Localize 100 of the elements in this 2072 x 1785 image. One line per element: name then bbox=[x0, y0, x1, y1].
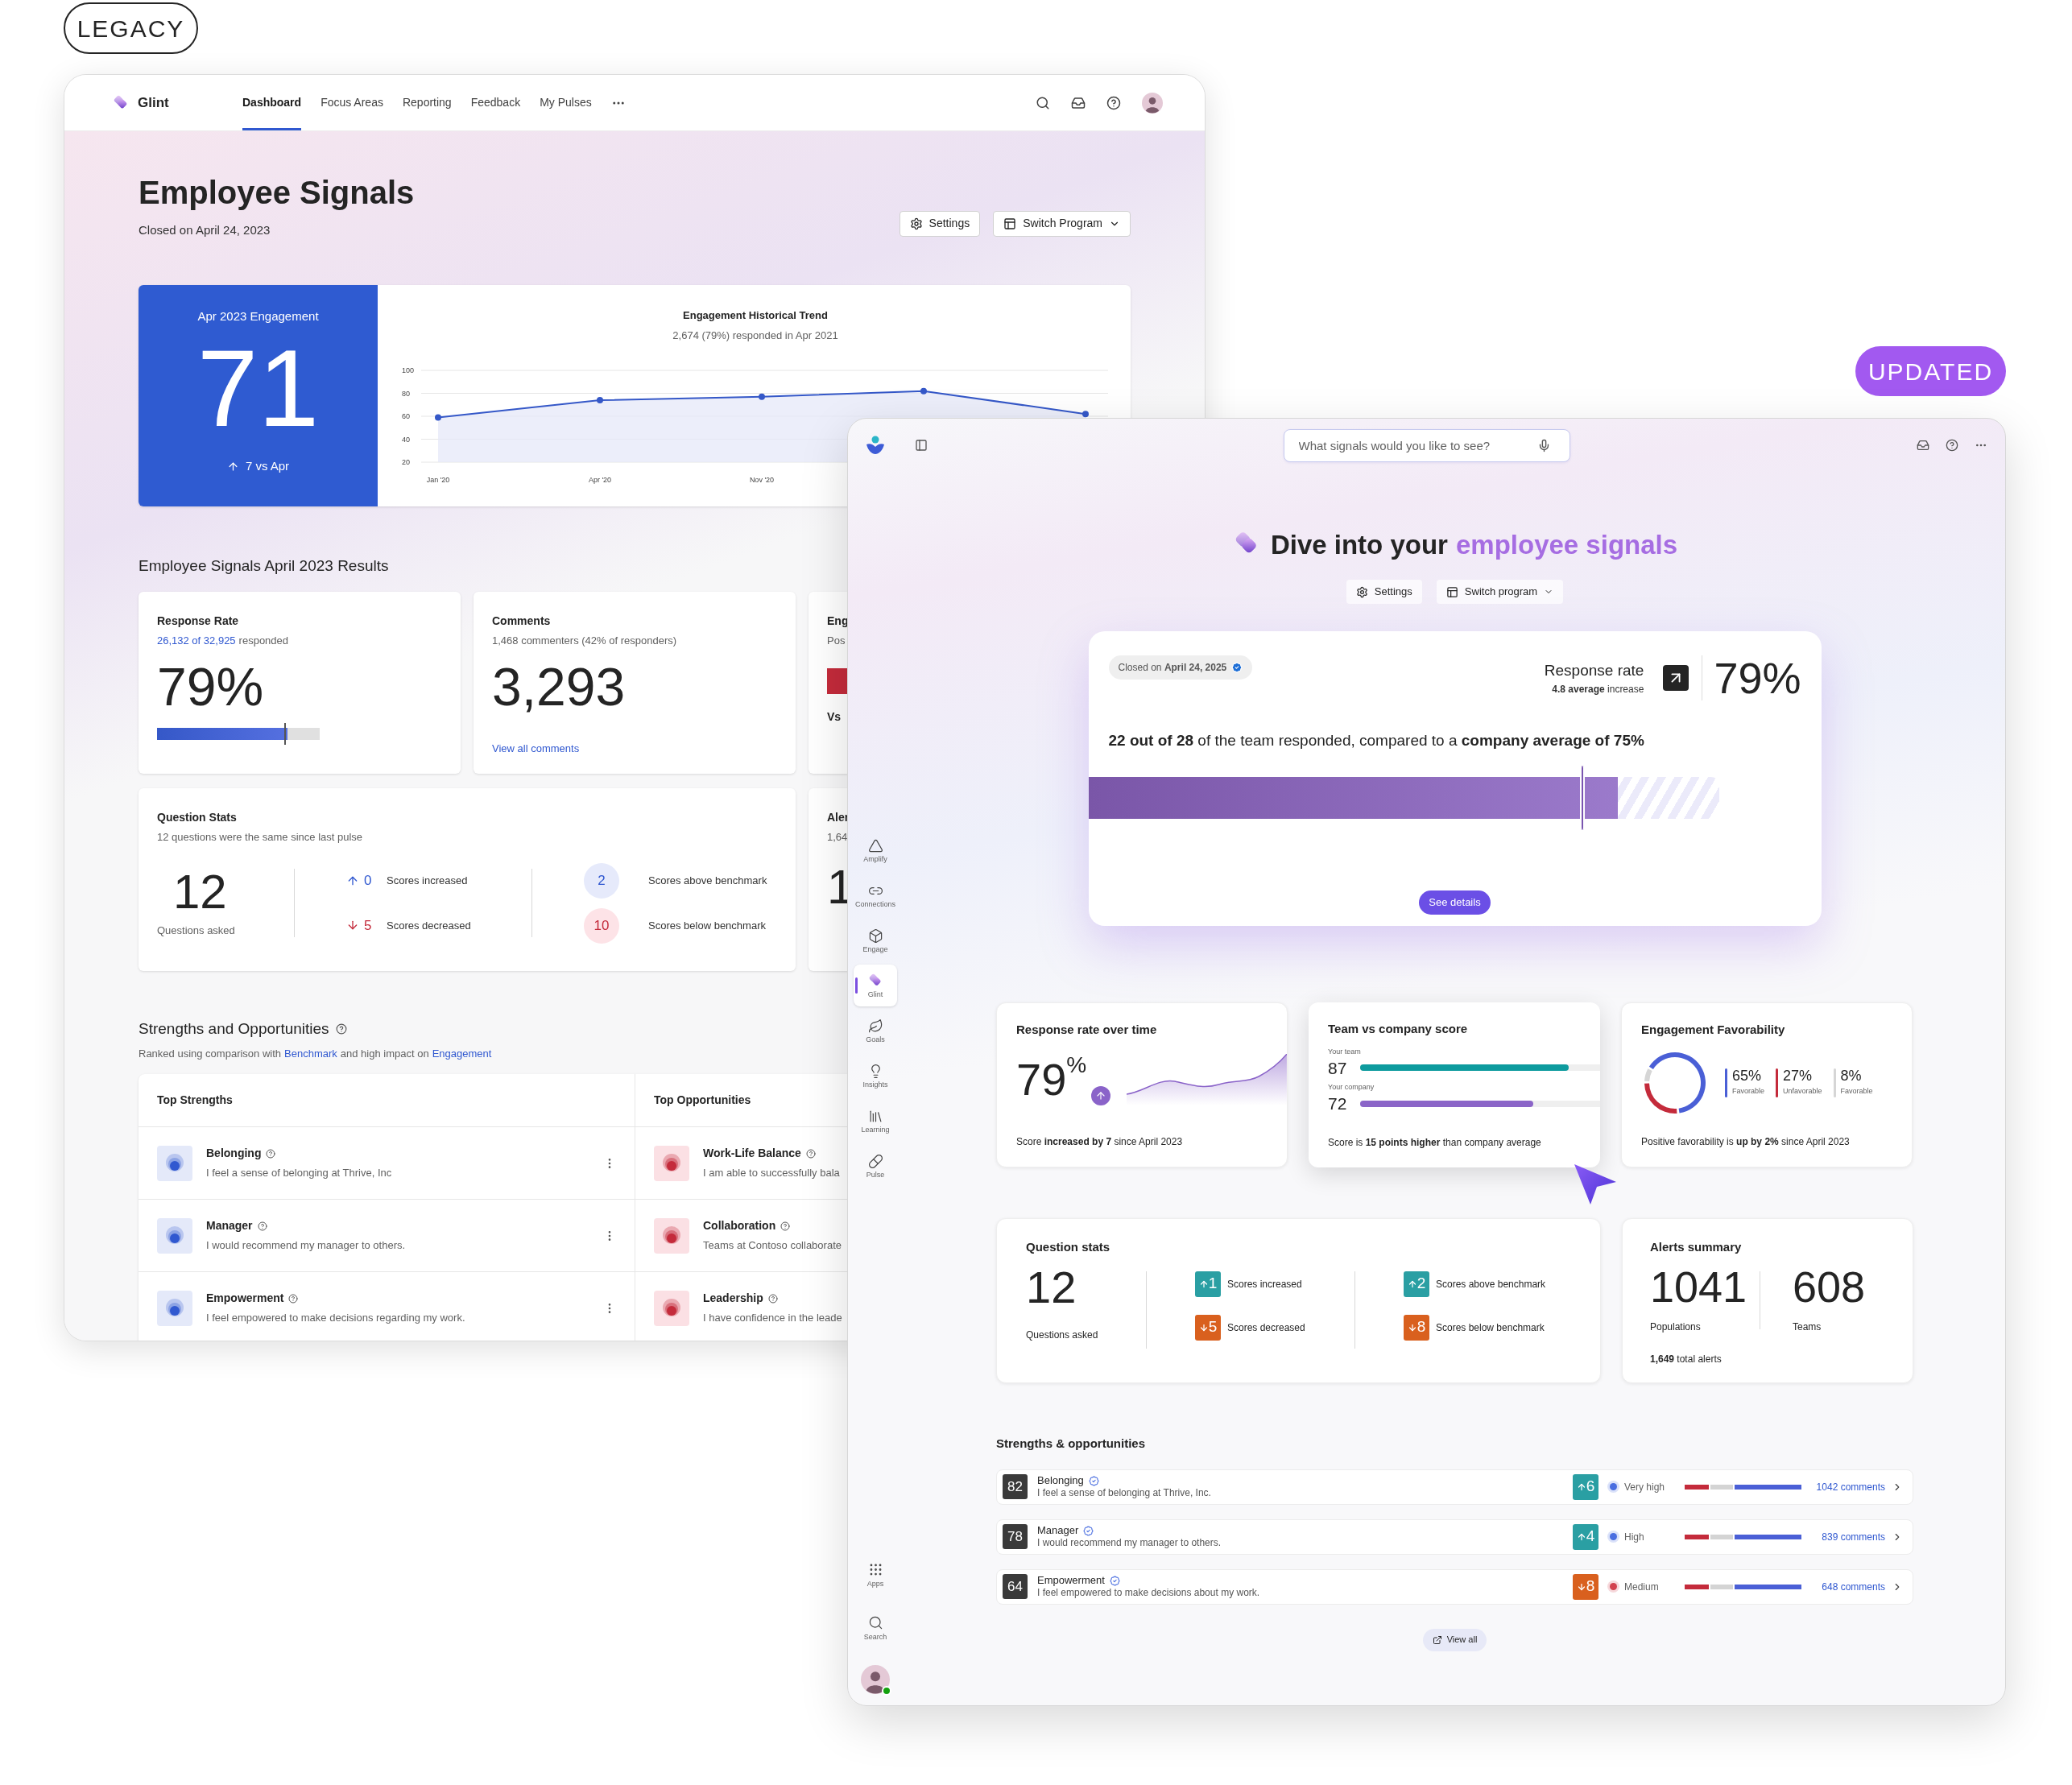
nav-tab[interactable]: Reporting bbox=[402, 75, 452, 130]
strength-row[interactable]: 78 Manager I would recommend my manager to others. 4 High 839 comments bbox=[996, 1518, 1913, 1555]
legend-bar bbox=[1833, 1068, 1836, 1097]
nav-rail-item[interactable]: Engage bbox=[854, 919, 897, 961]
view-comments-link[interactable]: View all comments bbox=[492, 740, 777, 756]
responded-link[interactable]: 26,132 of 32,925 bbox=[157, 634, 236, 647]
nav-rail-item[interactable]: Insights bbox=[854, 1055, 897, 1097]
comments-link[interactable]: 839 comments bbox=[1801, 1529, 1885, 1544]
score-value: 82 bbox=[1003, 1474, 1028, 1499]
nav-rail-item[interactable]: Pulse bbox=[854, 1145, 897, 1187]
axis-label: 20 bbox=[402, 457, 410, 466]
text-link[interactable]: Benchmark bbox=[284, 1045, 337, 1061]
arrow-up-icon bbox=[1198, 1279, 1209, 1289]
help-icon[interactable] bbox=[780, 1221, 791, 1231]
nav-rail-item[interactable]: Connections bbox=[854, 874, 897, 916]
nav-rail-item[interactable]: Glint bbox=[854, 965, 897, 1006]
data-point bbox=[435, 413, 441, 420]
nav-tab[interactable]: My Pulses bbox=[540, 75, 592, 130]
inbox-icon[interactable] bbox=[1917, 439, 1929, 452]
cursor-icon bbox=[1573, 1163, 1618, 1206]
app-name: Glint bbox=[138, 93, 169, 112]
column-header: Top Strengths bbox=[157, 1093, 233, 1108]
app-logo-icon bbox=[865, 435, 886, 456]
legend-value: 65% bbox=[1732, 1068, 1763, 1083]
nav-rail-item[interactable]: Learning bbox=[854, 1100, 897, 1142]
change-badge: 8 bbox=[1404, 1314, 1429, 1341]
score-value: 72 bbox=[1328, 1093, 1348, 1114]
benchmark-count: 10 bbox=[584, 907, 619, 944]
help-icon[interactable] bbox=[805, 1148, 816, 1159]
help-icon[interactable] bbox=[257, 1221, 267, 1231]
nav-tab[interactable]: Focus Areas bbox=[321, 75, 383, 130]
toolbar-button[interactable]: Settings bbox=[899, 210, 981, 237]
toolbar-button[interactable]: Switch Program bbox=[993, 210, 1131, 237]
count-label: Questions asked bbox=[157, 923, 236, 938]
text-link[interactable]: Engagement bbox=[432, 1045, 492, 1061]
questions-count: 12 bbox=[172, 867, 228, 916]
arrow-up-icon bbox=[1576, 1531, 1586, 1542]
settings-icon bbox=[909, 217, 923, 230]
comments-count: 3,293 bbox=[492, 659, 627, 713]
help-icon[interactable] bbox=[1946, 439, 1958, 452]
arrow-down-icon bbox=[1407, 1322, 1417, 1333]
closed-date: Closed on April 24, 2025 bbox=[1118, 661, 1227, 675]
rating-icon bbox=[157, 1217, 192, 1254]
card-title: Engagement Favorability bbox=[1641, 1022, 1786, 1038]
help-icon[interactable] bbox=[1106, 95, 1121, 110]
nav-rail-item[interactable]: Search bbox=[854, 1607, 897, 1649]
score-change: 7 vs Apr bbox=[245, 458, 290, 474]
strength-row[interactable]: 82 Belonging I feel a sense of belonging at Thrive, Inc. 6 Very high 1042 comments bbox=[996, 1469, 1913, 1505]
item-name: Empowerment bbox=[206, 1291, 284, 1307]
metric-subtitle: 4.8 average increase bbox=[1552, 683, 1644, 697]
alert-label: Populations bbox=[1650, 1320, 1702, 1334]
arrow-up-icon bbox=[1407, 1279, 1417, 1289]
rating-icon bbox=[654, 1290, 689, 1326]
questions-count: 12 bbox=[1026, 1264, 1077, 1310]
nav-rail-item[interactable]: Goals bbox=[854, 1010, 897, 1052]
legend-value: 27% bbox=[1783, 1068, 1814, 1083]
metric-title: Response rate bbox=[1544, 660, 1644, 680]
help-icon[interactable] bbox=[288, 1293, 299, 1304]
verified-icon bbox=[1109, 1575, 1120, 1586]
toolbar-button[interactable]: Settings bbox=[1346, 580, 1422, 604]
item-name: Work-Life Balance bbox=[703, 1146, 801, 1162]
inbox-icon[interactable] bbox=[1071, 95, 1086, 110]
strength-row[interactable]: 64 Empowerment I feel empowered to make decisions about my work. 8 Medium 648 comments bbox=[996, 1568, 1913, 1605]
nav-tab[interactable]: Feedback bbox=[470, 75, 521, 130]
legend-value: 8% bbox=[1840, 1068, 1863, 1083]
comments-link[interactable]: 648 comments bbox=[1801, 1579, 1885, 1594]
sidebar-toggle-icon[interactable] bbox=[915, 439, 928, 452]
item-name: Manager bbox=[1037, 1523, 1079, 1538]
percent-sign: % bbox=[1066, 1053, 1087, 1076]
help-icon[interactable] bbox=[767, 1293, 778, 1304]
legend-bar bbox=[1776, 1068, 1779, 1097]
response-rate-value: 79% bbox=[1714, 656, 1801, 700]
chart-title: Engagement Historical Trend bbox=[683, 308, 828, 323]
updated-label: UPDATED bbox=[1855, 346, 2006, 396]
section-heading: Strengths and Opportunities bbox=[139, 1019, 329, 1039]
item-description: Teams at Contoso collaborate bbox=[703, 1238, 842, 1254]
help-icon[interactable] bbox=[335, 1023, 347, 1035]
comments-link[interactable]: 1042 comments bbox=[1801, 1479, 1885, 1494]
score-value: 64 bbox=[1003, 1574, 1028, 1599]
help-icon[interactable] bbox=[266, 1148, 276, 1159]
change-label: Scores decreased bbox=[387, 918, 471, 933]
nav-rail-item[interactable]: Apps bbox=[854, 1554, 897, 1596]
score-label: Apr 2023 Engagement bbox=[197, 308, 319, 324]
user-avatar[interactable] bbox=[1142, 92, 1163, 114]
change-badge: 8 bbox=[1573, 1573, 1598, 1600]
search-field[interactable]: What signals would you like to see? bbox=[1283, 428, 1570, 462]
toolbar-button[interactable]: Switch program bbox=[1436, 580, 1564, 604]
user-avatar[interactable] bbox=[861, 1665, 890, 1694]
view-all-button[interactable]: View all bbox=[1422, 1628, 1487, 1651]
axis-label: 80 bbox=[402, 389, 410, 397]
leaf-icon bbox=[867, 1018, 883, 1034]
search-icon[interactable] bbox=[1036, 95, 1050, 110]
axis-label: 60 bbox=[402, 411, 410, 420]
bar-label: Your company bbox=[1328, 1084, 1375, 1091]
stat-label: Scores above benchmark bbox=[1436, 1277, 1546, 1291]
nav-rail-item[interactable]: Amplify bbox=[854, 829, 897, 871]
card-note: Score is 15 points higher than company average bbox=[1328, 1136, 1542, 1150]
score-value: 87 bbox=[1328, 1057, 1348, 1079]
see-details-button[interactable]: See details bbox=[1419, 890, 1491, 915]
section-heading: Employee Signals April 2023 Results bbox=[139, 556, 390, 576]
